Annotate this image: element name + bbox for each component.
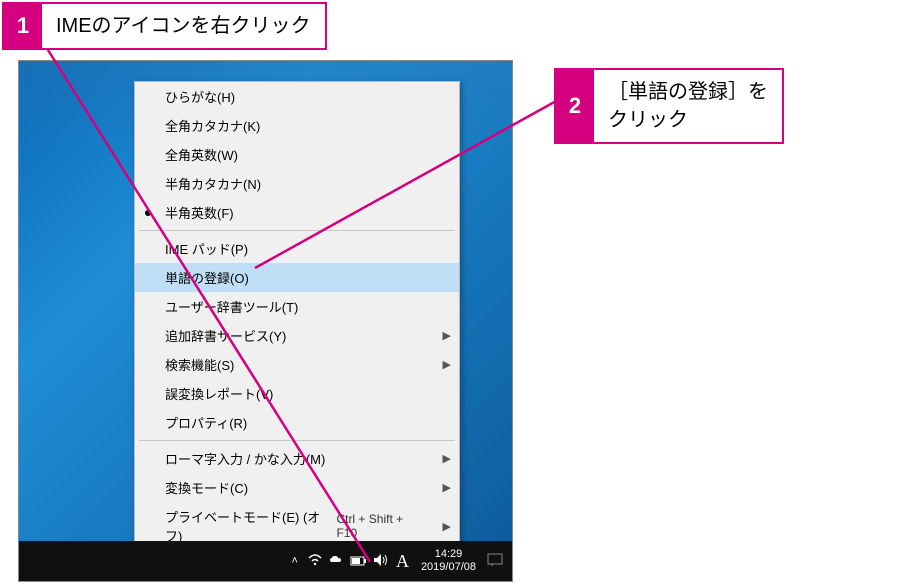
screenshot-area: ひらがな(H) 全角カタカナ(K) 全角英数(W) 半角カタカナ(N) 半角英数… — [18, 60, 513, 582]
menu-label: 追加辞書サービス(Y) — [165, 326, 286, 345]
menu-katakana-half[interactable]: 半角カタカナ(N) — [135, 169, 459, 198]
taskbar-clock[interactable]: 14:29 2019/07/08 — [413, 548, 484, 574]
menu-label: 誤変換レポート(V) — [165, 384, 273, 403]
notification-icon[interactable] — [484, 553, 506, 570]
menu-label: 全角英数(W) — [165, 145, 238, 164]
menu-separator — [139, 440, 455, 441]
callout-1-text: IMEのアイコンを右クリック — [42, 4, 325, 48]
menu-label: 半角英数(F) — [165, 203, 234, 222]
callout-2-number: 2 — [556, 70, 594, 142]
menu-alnum-half[interactable]: 半角英数(F) — [135, 198, 459, 227]
menu-shortcut: Ctrl + Shift + F10 — [336, 512, 442, 540]
menu-conv-mode[interactable]: 変換モード(C) ▶ — [135, 473, 459, 502]
ime-icon[interactable]: A — [392, 551, 413, 572]
menu-alnum-full[interactable]: 全角英数(W) — [135, 140, 459, 169]
submenu-arrow-icon: ▶ — [443, 520, 451, 533]
ime-context-menu: ひらがな(H) 全角カタカナ(K) 全角英数(W) 半角カタカナ(N) 半角英数… — [134, 81, 460, 582]
menu-katakana-full[interactable]: 全角カタカナ(K) — [135, 111, 459, 140]
menu-label: 単語の登録(O) — [165, 268, 249, 287]
submenu-arrow-icon: ▶ — [443, 481, 451, 494]
submenu-arrow-icon: ▶ — [443, 329, 451, 342]
menu-addon-dict[interactable]: 追加辞書サービス(Y) ▶ — [135, 321, 459, 350]
menu-register-word[interactable]: 単語の登録(O) — [135, 263, 459, 292]
callout-2-text: ［単語の登録］を クリック — [594, 70, 782, 142]
menu-hiragana[interactable]: ひらがな(H) — [135, 82, 459, 111]
menu-romaji[interactable]: ローマ字入力 / かな入力(M) ▶ — [135, 444, 459, 473]
taskbar-time: 14:29 — [421, 548, 476, 561]
submenu-arrow-icon: ▶ — [443, 358, 451, 371]
taskbar: ˄ A 14:29 2019/07/08 — [19, 541, 512, 581]
checkmark-icon — [145, 210, 151, 216]
volume-icon[interactable] — [370, 553, 392, 570]
menu-label: ローマ字入力 / かな入力(M) — [165, 449, 325, 468]
callout-2: 2 ［単語の登録］を クリック — [554, 68, 784, 144]
menu-label: 変換モード(C) — [165, 478, 248, 497]
callout-1: 1 IMEのアイコンを右クリック — [2, 2, 327, 50]
menu-label: プライベートモード(E) (オフ) — [165, 507, 336, 545]
menu-label: ひらがな(H) — [165, 87, 235, 106]
menu-label: 検索機能(S) — [165, 355, 234, 374]
tray-overflow-icon[interactable]: ˄ — [286, 555, 304, 567]
menu-property[interactable]: プロパティ(R) — [135, 408, 459, 437]
menu-separator — [139, 230, 455, 231]
onedrive-icon[interactable] — [326, 553, 348, 569]
wifi-icon[interactable] — [304, 553, 326, 569]
submenu-arrow-icon: ▶ — [443, 452, 451, 465]
menu-search[interactable]: 検索機能(S) ▶ — [135, 350, 459, 379]
menu-label: IME パッド(P) — [165, 239, 248, 258]
taskbar-date: 2019/07/08 — [421, 561, 476, 574]
menu-label: ユーザー辞書ツール(T) — [165, 297, 298, 316]
menu-misconv[interactable]: 誤変換レポート(V) — [135, 379, 459, 408]
menu-ime-pad[interactable]: IME パッド(P) — [135, 234, 459, 263]
callout-1-number: 1 — [4, 4, 42, 48]
battery-icon[interactable] — [348, 553, 370, 569]
menu-label: 全角カタカナ(K) — [165, 116, 260, 135]
menu-label: 半角カタカナ(N) — [165, 174, 261, 193]
menu-label: プロパティ(R) — [165, 413, 247, 432]
menu-user-dict[interactable]: ユーザー辞書ツール(T) — [135, 292, 459, 321]
